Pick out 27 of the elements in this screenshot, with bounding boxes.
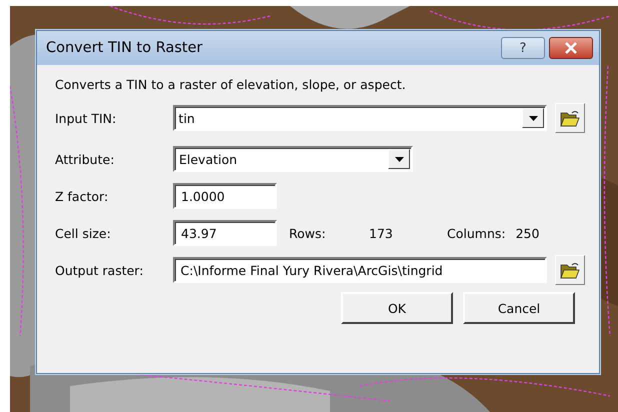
field-label: Z factor: [55, 188, 110, 204]
cancel-button[interactable]: Cancel [463, 292, 575, 324]
rows-value: 173 [369, 226, 394, 240]
field-label: Cell size: [55, 226, 112, 240]
dropdown-arrow-icon [528, 116, 538, 120]
field-label: Input TIN: [55, 110, 118, 126]
browse-button[interactable] [555, 255, 585, 285]
browse-button[interactable] [555, 103, 585, 133]
input-tin-dropdown[interactable]: tin [172, 105, 548, 131]
close-button[interactable] [549, 37, 593, 59]
help-button[interactable]: ? [501, 37, 545, 59]
field-label: Attribute: [55, 152, 116, 166]
field-label: Output raster: [55, 262, 144, 278]
attribute-dropdown[interactable]: Elevation [173, 146, 413, 172]
description-text: Converts a TIN to a raster of elevation, slope, or aspect. [55, 77, 407, 92]
z-factor-field[interactable]: 1.0000 [173, 183, 277, 209]
close-icon [564, 42, 578, 54]
output-raster-field[interactable]: C:\Informe Final Yury Rivera\ArcGis\tingrid [172, 257, 548, 283]
columns-label: Columns: [447, 226, 506, 240]
folder-icon [560, 110, 580, 126]
columns-value: 250 [516, 226, 540, 240]
folder-icon [560, 262, 580, 278]
rows-label: Rows: [289, 226, 327, 240]
ok-button[interactable]: OK [341, 292, 453, 324]
cell-size-field[interactable]: 43.97 [173, 220, 277, 246]
dropdown-arrow-icon [394, 156, 404, 162]
window-title: Convert TIN to Raster [46, 40, 204, 56]
